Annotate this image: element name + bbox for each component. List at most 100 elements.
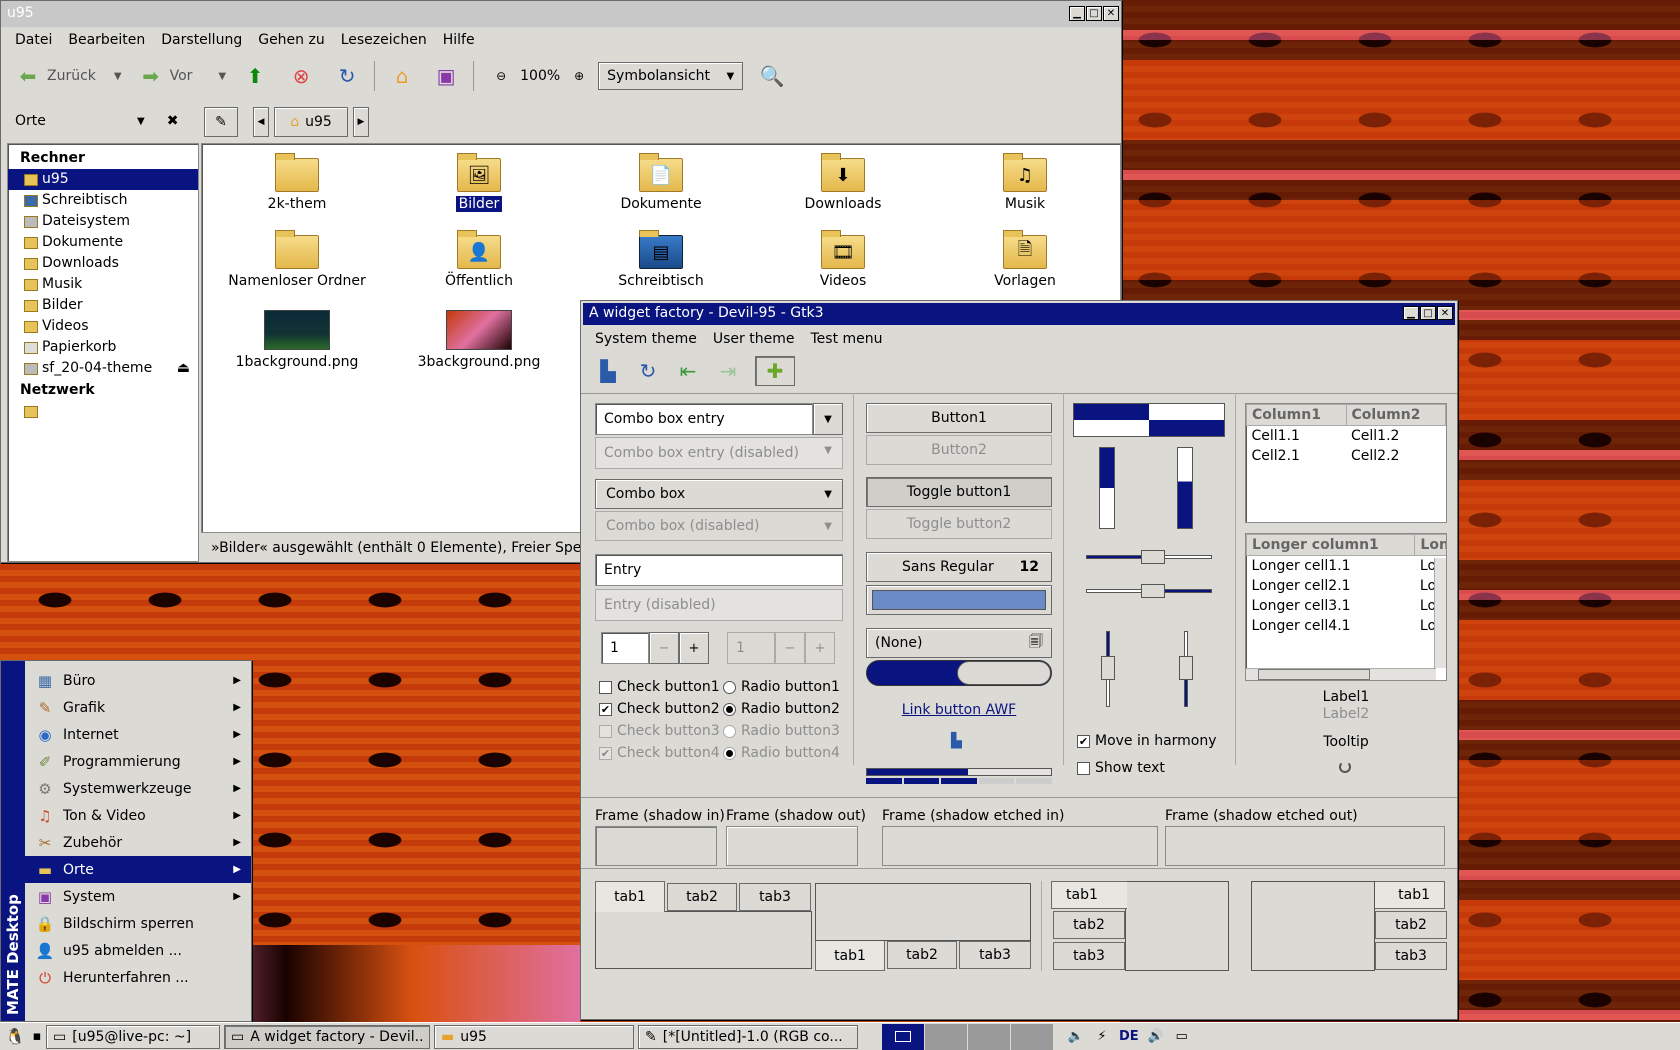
menu-item-programmierung[interactable]: ✐ Programmierung ▶ <box>25 748 251 775</box>
show-text-check[interactable]: Show text <box>1077 758 1165 778</box>
menu-item-zubehoer[interactable]: ✂ Zubehör ▶ <box>25 829 251 856</box>
horizontal-scale-2[interactable] <box>1086 584 1212 598</box>
search-icon[interactable]: 🔍 <box>759 63 785 89</box>
menu-item-internet[interactable]: ◉ Internet ▶ <box>25 721 251 748</box>
task-terminal[interactable]: ▭ [u95@live-pc: ~] <box>46 1024 220 1049</box>
start-menu-icon[interactable]: 🐧 <box>2 1024 28 1050</box>
maximize-button[interactable]: □ <box>1420 306 1436 320</box>
edit-location-button[interactable]: ✎ <box>204 107 238 137</box>
toggle-button-1[interactable]: Toggle button1 <box>866 477 1052 507</box>
menu-item-logout[interactable]: 👤 u95 abmelden ... <box>25 937 251 964</box>
tab-3[interactable]: tab3 <box>959 941 1031 969</box>
up-arrow-icon[interactable]: ⬆ <box>242 63 268 89</box>
menu-darstellung[interactable]: Darstellung <box>153 32 250 48</box>
switch-toggle[interactable] <box>866 660 1052 686</box>
vertical-scale-1[interactable] <box>1101 631 1115 707</box>
spin-increment[interactable]: + <box>679 632 709 664</box>
menu-item-buero[interactable]: ▦ Büro ▶ <box>25 667 251 694</box>
maximize-button[interactable]: □ <box>1086 6 1102 21</box>
horizontal-scale-1[interactable] <box>1086 550 1212 564</box>
zoom-out-icon[interactable]: ⊖ <box>488 63 514 89</box>
column-header[interactable]: Column2 <box>1345 404 1446 426</box>
task-gimp[interactable]: ✎ [*[Untitled]-1.0 (RGB co... <box>638 1024 858 1049</box>
table-row[interactable]: Cell2.1 Cell2.2 <box>1247 446 1446 466</box>
check-button-1[interactable]: Check button1 <box>599 677 720 697</box>
menu-hilfe[interactable]: Hilfe <box>435 32 483 48</box>
task-file-manager[interactable]: ▬ u95 <box>434 1024 634 1049</box>
volume-icon[interactable]: 🔈 <box>1063 1024 1089 1050</box>
refresh-icon[interactable]: ↻ <box>635 358 661 384</box>
back-button-label[interactable]: Zurück <box>47 68 96 84</box>
menu-bearbeiten[interactable]: Bearbeiten <box>60 32 153 48</box>
workspace-3[interactable] <box>968 1023 1010 1050</box>
font-button[interactable]: Sans Regular 12 <box>866 552 1052 582</box>
file-item[interactable]: 1background.png <box>222 310 372 370</box>
add-toggle-button[interactable]: ✚ <box>755 356 795 386</box>
workspace-2[interactable] <box>925 1023 967 1050</box>
file-chooser-button[interactable]: (None) 🗐 <box>866 628 1052 658</box>
menu-gehen-zu[interactable]: Gehen zu <box>250 32 333 48</box>
file-item[interactable]: 🖼 Bilder <box>404 153 554 212</box>
back-dropdown-icon[interactable]: ▼ <box>114 71 122 82</box>
file-item[interactable]: 🎞 Videos <box>768 230 918 289</box>
sidebar-item-downloads[interactable]: Downloads <box>8 253 198 274</box>
minimize-button[interactable]: ▁ <box>1403 306 1419 320</box>
reload-icon[interactable]: ↻ <box>334 63 360 89</box>
terminal-icon[interactable]: ▪ <box>28 1024 46 1050</box>
table-row[interactable]: Cell1.1 Cell1.2 <box>1247 426 1446 447</box>
path-right-arrow[interactable]: ▶ <box>353 107 369 137</box>
file-item[interactable]: 📄 Dokumente <box>586 153 736 212</box>
speaker-icon[interactable]: 🔊 <box>1143 1024 1169 1050</box>
table-row[interactable]: Longer cell2.1Longer <box>1247 576 1447 596</box>
go-last-icon[interactable]: ⇥ <box>715 358 741 384</box>
spin-decrement[interactable]: − <box>649 632 679 664</box>
menu-item-grafik[interactable]: ✎ Grafik ▶ <box>25 694 251 721</box>
tab-3[interactable]: tab3 <box>1375 942 1447 970</box>
combo-entry[interactable]: Combo box entry <box>595 403 813 435</box>
task-widget-factory[interactable]: ▭ A widget factory - Devil... <box>224 1024 430 1049</box>
close-button[interactable]: ✕ <box>1437 306 1453 320</box>
sidebar-item-network[interactable] <box>8 401 198 422</box>
table-row[interactable]: Longer cell4.1Longer <box>1247 616 1447 636</box>
move-in-harmony-check[interactable]: ✔ Move in harmony <box>1077 731 1217 751</box>
menu-item-orte[interactable]: ▬ Orte ▶ <box>25 856 251 883</box>
tab-1[interactable]: tab1 <box>815 941 885 971</box>
file-item[interactable]: ▤ Schreibtisch <box>586 230 736 289</box>
horizontal-scrollbar[interactable] <box>1246 668 1436 680</box>
menu-lesezeichen[interactable]: Lesezeichen <box>333 32 435 48</box>
link-button[interactable]: Link button AWF <box>866 702 1052 718</box>
menu-datei[interactable]: Datei <box>7 32 60 48</box>
menu-test[interactable]: Test menu <box>802 331 890 347</box>
check-button-2[interactable]: ✔ Check button2 <box>599 699 720 719</box>
tab-2[interactable]: tab2 <box>887 941 957 969</box>
tab-3[interactable]: tab3 <box>1053 942 1125 970</box>
sidebar-item-u95[interactable]: u95 <box>8 169 198 190</box>
tab-1[interactable]: tab1 <box>1051 881 1127 909</box>
sidebar-item-musik[interactable]: Musik <box>8 274 198 295</box>
tab-3[interactable]: tab3 <box>739 883 811 911</box>
long-tree-view[interactable]: Longer column1Longer Longer cell1.1Longe… <box>1245 533 1447 681</box>
file-item[interactable]: ⬇ Downloads <box>768 153 918 212</box>
sidebar-item-dokumente[interactable]: Dokumente <box>8 232 198 253</box>
file-item[interactable]: 3background.png <box>404 310 554 370</box>
show-desktop-icon[interactable]: ▭ <box>1169 1024 1195 1050</box>
file-item[interactable]: 👤 Öffentlich <box>404 230 554 289</box>
minimize-button[interactable]: ▁ <box>1069 6 1085 21</box>
menu-item-systemwerkzeuge[interactable]: ⚙ Systemwerkzeuge ▶ <box>25 775 251 802</box>
stop-icon[interactable]: ⊗ <box>288 63 314 89</box>
table-row[interactable]: Longer cell1.1Longer <box>1247 556 1447 577</box>
combo-box[interactable]: Combo box ▼ <box>595 479 843 509</box>
workspace-4[interactable] <box>1011 1023 1053 1050</box>
sidebar-item-schreibtisch[interactable]: Schreibtisch <box>8 190 198 211</box>
computer-icon[interactable]: ▣ <box>433 63 459 89</box>
keyboard-layout[interactable]: DE <box>1119 1029 1139 1044</box>
menu-user-theme[interactable]: User theme <box>705 331 803 347</box>
menu-item-shutdown[interactable]: ⏻ Herunterfahren ... <box>25 964 251 991</box>
spin-button[interactable]: 1 <box>601 632 649 664</box>
slider-handle[interactable] <box>1141 584 1165 598</box>
back-arrow-icon[interactable]: ⬅ <box>15 63 41 89</box>
sidebar-item-bilder[interactable]: Bilder <box>8 295 198 316</box>
devil-logo-icon[interactable]: ▙ <box>595 358 621 384</box>
column-header[interactable]: Longer column1 <box>1246 534 1416 556</box>
forward-dropdown-icon[interactable]: ▼ <box>218 71 226 82</box>
